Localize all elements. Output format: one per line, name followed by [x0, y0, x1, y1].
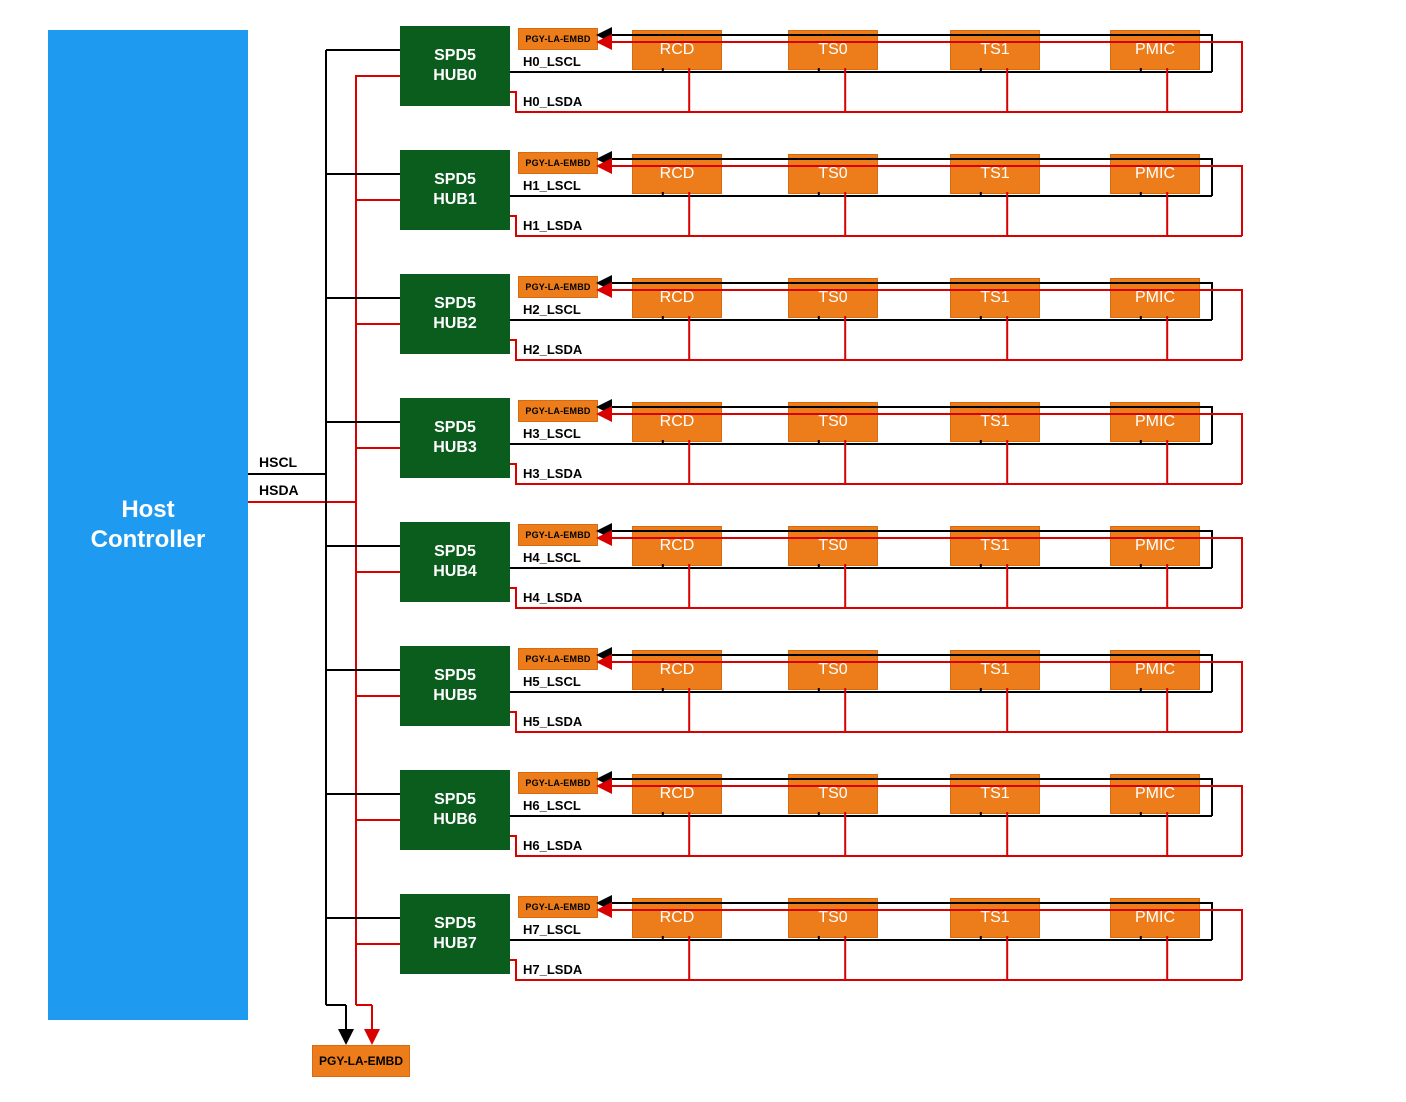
pmic-block-row-5: PMIC: [1110, 650, 1200, 690]
ts0-block-row-2: TS0: [788, 278, 878, 318]
lscl-label-2: H2_LSCL: [522, 302, 582, 317]
ts0-block-row-5: TS0: [788, 650, 878, 690]
pgy-probe-row-0: PGY-LA-EMBD: [518, 28, 598, 50]
ts0-block-row-4: TS0: [788, 526, 878, 566]
ts0-block-row-6: TS0: [788, 774, 878, 814]
pmic-block-row-1: PMIC: [1110, 154, 1200, 194]
rcd-block-row-4: RCD: [632, 526, 722, 566]
lscl-label-1: H1_LSCL: [522, 178, 582, 193]
rcd-block-row-3: RCD: [632, 402, 722, 442]
ts1-block-row-3: TS1: [950, 402, 1040, 442]
rcd-block-row-7: RCD: [632, 898, 722, 938]
lscl-label-4: H4_LSCL: [522, 550, 582, 565]
main-pgy-probe: PGY-LA-EMBD: [312, 1045, 410, 1077]
pmic-block-row-3: PMIC: [1110, 402, 1200, 442]
pgy-probe-row-6: PGY-LA-EMBD: [518, 772, 598, 794]
rcd-block-row-6: RCD: [632, 774, 722, 814]
spd5-hub-5: SPD5 HUB5: [400, 646, 510, 726]
lscl-label-6: H6_LSCL: [522, 798, 582, 813]
pgy-probe-row-1: PGY-LA-EMBD: [518, 152, 598, 174]
hsda-label: HSDA: [258, 482, 300, 498]
rcd-block-row-0: RCD: [632, 30, 722, 70]
hscl-label: HSCL: [258, 454, 298, 470]
rcd-block-row-5: RCD: [632, 650, 722, 690]
ts1-block-row-1: TS1: [950, 154, 1040, 194]
spd5-hub-6: SPD5 HUB6: [400, 770, 510, 850]
ts0-block-row-3: TS0: [788, 402, 878, 442]
lscl-label-7: H7_LSCL: [522, 922, 582, 937]
lsda-label-3: H3_LSDA: [522, 466, 583, 481]
pmic-block-row-4: PMIC: [1110, 526, 1200, 566]
ts0-block-row-0: TS0: [788, 30, 878, 70]
pmic-block-row-6: PMIC: [1110, 774, 1200, 814]
ts0-block-row-1: TS0: [788, 154, 878, 194]
pmic-block-row-2: PMIC: [1110, 278, 1200, 318]
ts1-block-row-4: TS1: [950, 526, 1040, 566]
lscl-label-3: H3_LSCL: [522, 426, 582, 441]
ts0-block-row-7: TS0: [788, 898, 878, 938]
spd5-hub-2: SPD5 HUB2: [400, 274, 510, 354]
pmic-block-row-0: PMIC: [1110, 30, 1200, 70]
ts1-block-row-0: TS1: [950, 30, 1040, 70]
pgy-probe-row-7: PGY-LA-EMBD: [518, 896, 598, 918]
lsda-label-2: H2_LSDA: [522, 342, 583, 357]
spd5-hub-0: SPD5 HUB0: [400, 26, 510, 106]
spd5-hub-3: SPD5 HUB3: [400, 398, 510, 478]
ts1-block-row-6: TS1: [950, 774, 1040, 814]
pgy-probe-row-3: PGY-LA-EMBD: [518, 400, 598, 422]
pgy-probe-row-5: PGY-LA-EMBD: [518, 648, 598, 670]
lsda-label-7: H7_LSDA: [522, 962, 583, 977]
ts1-block-row-7: TS1: [950, 898, 1040, 938]
host-controller: Host Controller: [48, 30, 248, 1020]
spd5-hub-4: SPD5 HUB4: [400, 522, 510, 602]
pmic-block-row-7: PMIC: [1110, 898, 1200, 938]
pgy-probe-row-2: PGY-LA-EMBD: [518, 276, 598, 298]
ts1-block-row-2: TS1: [950, 278, 1040, 318]
lsda-label-4: H4_LSDA: [522, 590, 583, 605]
spd5-hub-1: SPD5 HUB1: [400, 150, 510, 230]
lsda-label-1: H1_LSDA: [522, 218, 583, 233]
lsda-label-0: H0_LSDA: [522, 94, 583, 109]
ts1-block-row-5: TS1: [950, 650, 1040, 690]
lsda-label-6: H6_LSDA: [522, 838, 583, 853]
spd5-hub-7: SPD5 HUB7: [400, 894, 510, 974]
rcd-block-row-1: RCD: [632, 154, 722, 194]
lscl-label-0: H0_LSCL: [522, 54, 582, 69]
lsda-label-5: H5_LSDA: [522, 714, 583, 729]
rcd-block-row-2: RCD: [632, 278, 722, 318]
pgy-probe-row-4: PGY-LA-EMBD: [518, 524, 598, 546]
lscl-label-5: H5_LSCL: [522, 674, 582, 689]
